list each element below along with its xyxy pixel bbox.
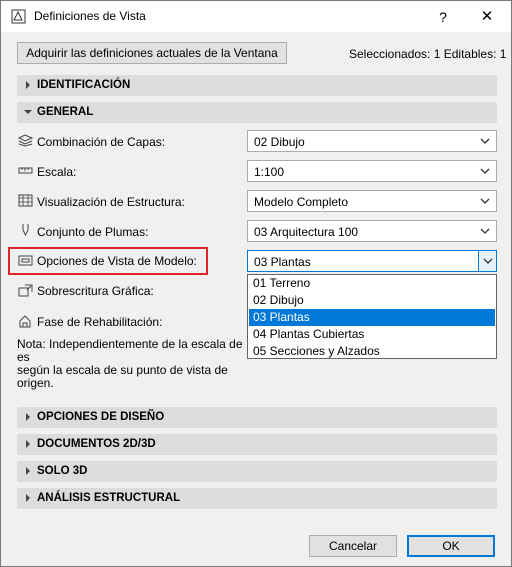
section-label: ANÁLISIS ESTRUCTURAL xyxy=(37,492,181,504)
section-label: DOCUMENTOS 2D/3D xyxy=(37,438,156,450)
title-bar[interactable]: Definiciones de Vista ? ✕ xyxy=(1,1,511,32)
note-text: Nota: Independientemente de la escala de… xyxy=(17,338,257,390)
cancel-button[interactable]: Cancelar xyxy=(309,535,397,557)
chevron-right-icon xyxy=(26,81,30,89)
layers-select[interactable]: 02 Dibujo xyxy=(247,130,497,152)
chevron-right-icon xyxy=(26,494,30,502)
renovation-icon xyxy=(19,315,31,328)
note-line-2: según la escala de su punto de vista de … xyxy=(17,363,228,390)
dialog-window: Definiciones de Vista ? ✕ Adquirir las d… xyxy=(0,0,512,567)
pens-select[interactable]: 03 Arquitectura 100 xyxy=(247,220,497,242)
model-view-value: 03 Plantas xyxy=(254,255,311,269)
selection-info: Seleccionados: 1 Editables: 1 xyxy=(349,47,507,61)
model-view-select[interactable]: 03 Plantas xyxy=(247,250,497,272)
acquire-settings-button[interactable]: Adquirir las definiciones actuales de la… xyxy=(17,42,287,64)
scale-label: Escala: xyxy=(37,165,77,179)
ok-button[interactable]: OK xyxy=(407,535,495,557)
layers-icon xyxy=(18,134,33,147)
window-title: Definiciones de Vista xyxy=(34,9,146,23)
section-opciones-diseno[interactable]: OPCIONES DE DISEÑO xyxy=(17,407,497,428)
dropdown-option[interactable]: 04 Plantas Cubiertas xyxy=(249,326,495,343)
section-label: OPCIONES DE DISEÑO xyxy=(37,411,165,423)
chevron-right-icon xyxy=(26,413,30,421)
dialog-content: Adquirir las definiciones actuales de la… xyxy=(1,32,511,566)
close-button[interactable]: ✕ xyxy=(473,5,501,29)
dropdown-option[interactable]: 05 Secciones y Alzados xyxy=(249,343,495,360)
help-button[interactable]: ? xyxy=(429,5,457,29)
model-view-dropdown-list: 01 Terreno 02 Dibujo 03 Plantas 04 Plant… xyxy=(247,274,497,359)
section-identificacion[interactable]: IDENTIFICACIÓN xyxy=(17,75,497,96)
model-view-icon xyxy=(18,255,33,266)
chevron-right-icon xyxy=(26,440,30,448)
chevron-down-icon xyxy=(24,110,32,114)
section-label: GENERAL xyxy=(37,106,94,118)
structure-display-icon xyxy=(18,194,33,207)
app-icon xyxy=(11,9,26,24)
structure-value: Modelo Completo xyxy=(254,195,349,209)
scale-value: 1:100 xyxy=(254,165,285,179)
chevron-right-icon xyxy=(26,467,30,475)
layers-value: 02 Dibujo xyxy=(254,135,305,149)
layers-label: Combinación de Capas: xyxy=(37,135,166,149)
chevron-down-icon xyxy=(480,228,490,234)
dropdown-option[interactable]: 01 Terreno xyxy=(249,275,495,292)
chevron-down-icon xyxy=(480,168,490,174)
structure-select[interactable]: Modelo Completo xyxy=(247,190,497,212)
model-view-label: Opciones de Vista de Modelo: xyxy=(37,254,197,268)
section-label: IDENTIFICACIÓN xyxy=(37,79,131,91)
graphic-override-label: Sobrescritura Gráfica: xyxy=(37,284,154,298)
section-general[interactable]: GENERAL xyxy=(17,102,497,123)
scale-select[interactable]: 1:100 xyxy=(247,160,497,182)
pens-label: Conjunto de Plumas: xyxy=(37,225,149,239)
scale-ruler-icon xyxy=(18,167,33,174)
dropdown-option[interactable]: 02 Dibujo xyxy=(249,292,495,309)
note-line-1: Nota: Independientemente de la escala de… xyxy=(17,337,243,364)
section-solo-3d[interactable]: SOLO 3D xyxy=(17,461,497,482)
chevron-down-icon xyxy=(480,138,490,144)
pens-value: 03 Arquitectura 100 xyxy=(254,225,359,239)
section-label: SOLO 3D xyxy=(37,465,88,477)
chevron-down-icon xyxy=(483,258,493,264)
graphic-override-icon xyxy=(18,284,33,297)
pen-icon xyxy=(22,224,29,236)
section-analisis-estructural[interactable]: ANÁLISIS ESTRUCTURAL xyxy=(17,488,497,509)
chevron-down-icon xyxy=(480,198,490,204)
structure-label: Visualización de Estructura: xyxy=(37,195,185,209)
renovation-label: Fase de Rehabilitación: xyxy=(37,315,163,329)
dropdown-option-selected[interactable]: 03 Plantas xyxy=(249,309,495,326)
section-documentos[interactable]: DOCUMENTOS 2D/3D xyxy=(17,434,497,455)
dropdown-button[interactable] xyxy=(478,251,496,271)
